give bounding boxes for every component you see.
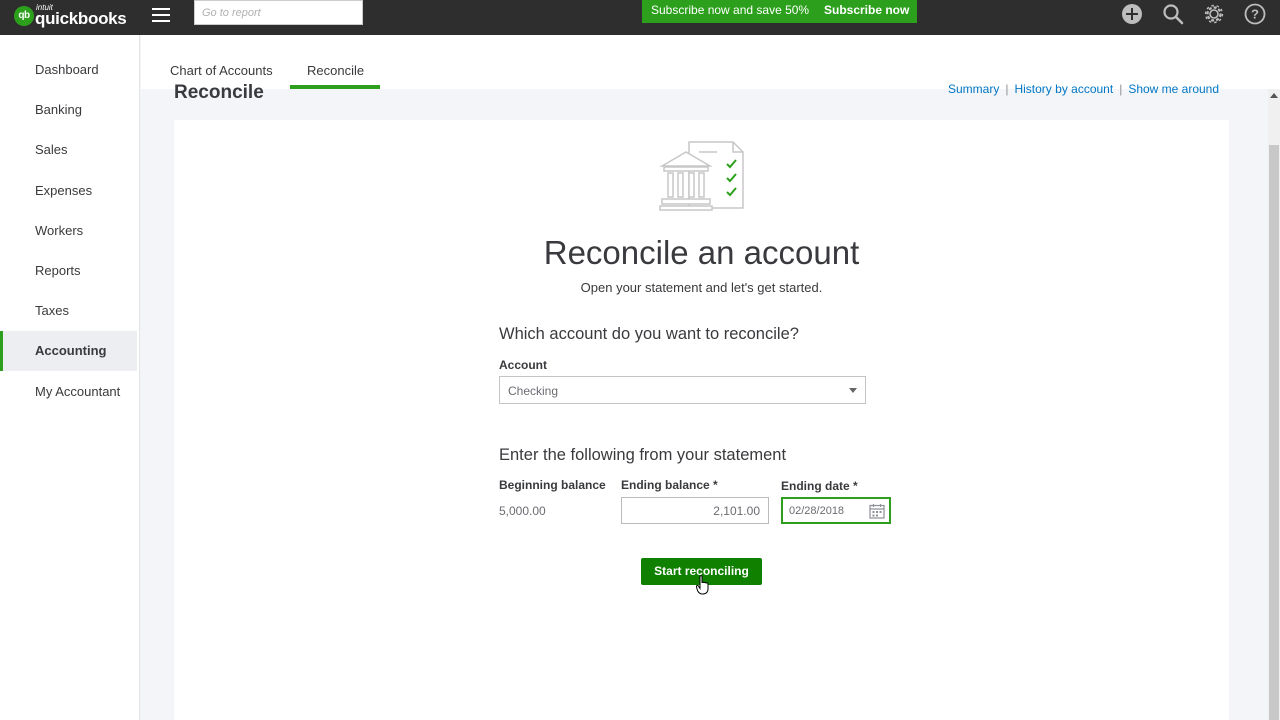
bank-statement-illustration-icon [659,141,744,211]
scrollbar[interactable] [1268,89,1280,720]
subscribe-now-button[interactable]: Subscribe now [824,3,909,17]
help-icon[interactable]: ? [1244,3,1266,25]
qb-logo-icon: qb [14,6,34,26]
reconcile-card: Reconcile an account Open your statement… [174,120,1229,720]
reconcile-subtitle: Open your statement and let's get starte… [580,280,823,295]
reconcile-heading: Reconcile an account [543,234,860,271]
scroll-up-arrow-icon[interactable] [1270,93,1278,98]
search-icon[interactable] [1162,3,1184,25]
calendar-icon[interactable] [869,503,885,519]
hamburger-icon[interactable] [152,8,170,22]
top-bar: qb intuit quickbooks Subscribe now and s… [0,0,1280,35]
sidebar-item-expenses[interactable]: Expenses [0,171,137,211]
quickbooks-logo[interactable]: qb intuit quickbooks [14,3,127,31]
show-me-around-link[interactable]: Show me around [1128,82,1219,96]
link-separator: | [1005,82,1009,96]
ending-balance-label: Ending balance * [621,478,718,492]
sidebar: Dashboard Banking Sales Expenses Workers… [0,35,140,720]
page-links: Summary | History by account | Show me aroun… [948,82,1219,96]
account-question: Which account do you want to reconcile? [499,325,799,343]
sidebar-item-banking[interactable]: Banking [0,90,137,130]
gear-icon[interactable] [1203,3,1225,25]
sidebar-item-dashboard[interactable]: Dashboard [0,50,137,90]
ending-date-input[interactable] [783,499,863,522]
tab-bar: Chart of Accounts Reconcile [141,35,1280,89]
ending-balance-field[interactable] [621,497,769,524]
page-title: Reconcile [174,82,264,103]
beginning-balance-label: Beginning balance [499,478,606,492]
sidebar-item-reports[interactable]: Reports [0,251,137,291]
account-label: Account [499,358,547,372]
statement-heading: Enter the following from your statement [499,446,787,464]
sidebar-item-my-accountant[interactable]: My Accountant [0,372,137,412]
beginning-balance-value: 5,000.00 [499,504,546,518]
summary-link[interactable]: Summary [948,82,999,96]
svg-text:?: ? [1251,7,1259,22]
tab-chart-of-accounts[interactable]: Chart of Accounts [170,63,273,78]
ending-date-field[interactable] [781,497,891,524]
history-by-account-link[interactable]: History by account [1014,82,1113,96]
sidebar-item-workers[interactable]: Workers [0,211,137,251]
logo-name: quickbooks [35,9,127,28]
active-tab-indicator [290,85,380,89]
account-select-value: Checking [508,384,559,398]
ending-balance-input[interactable] [622,498,768,523]
ending-date-label: Ending date * [781,479,858,493]
promo-text: Subscribe now and save 50% [651,3,810,17]
go-to-report-search[interactable] [194,0,363,25]
promo-banner: Subscribe now and save 50% Subscribe now [642,0,917,23]
chevron-down-icon [849,388,857,393]
tab-reconcile[interactable]: Reconcile [307,63,364,78]
sidebar-item-accounting[interactable]: Accounting [0,331,137,371]
scroll-thumb[interactable] [1269,145,1279,720]
account-select[interactable]: Checking [499,376,866,404]
search-input[interactable] [195,1,362,24]
sidebar-item-taxes[interactable]: Taxes [0,291,137,331]
link-separator: | [1119,82,1123,96]
sidebar-item-sales[interactable]: Sales [0,130,137,170]
plus-icon[interactable] [1121,3,1143,25]
hand-cursor-icon [696,575,709,595]
